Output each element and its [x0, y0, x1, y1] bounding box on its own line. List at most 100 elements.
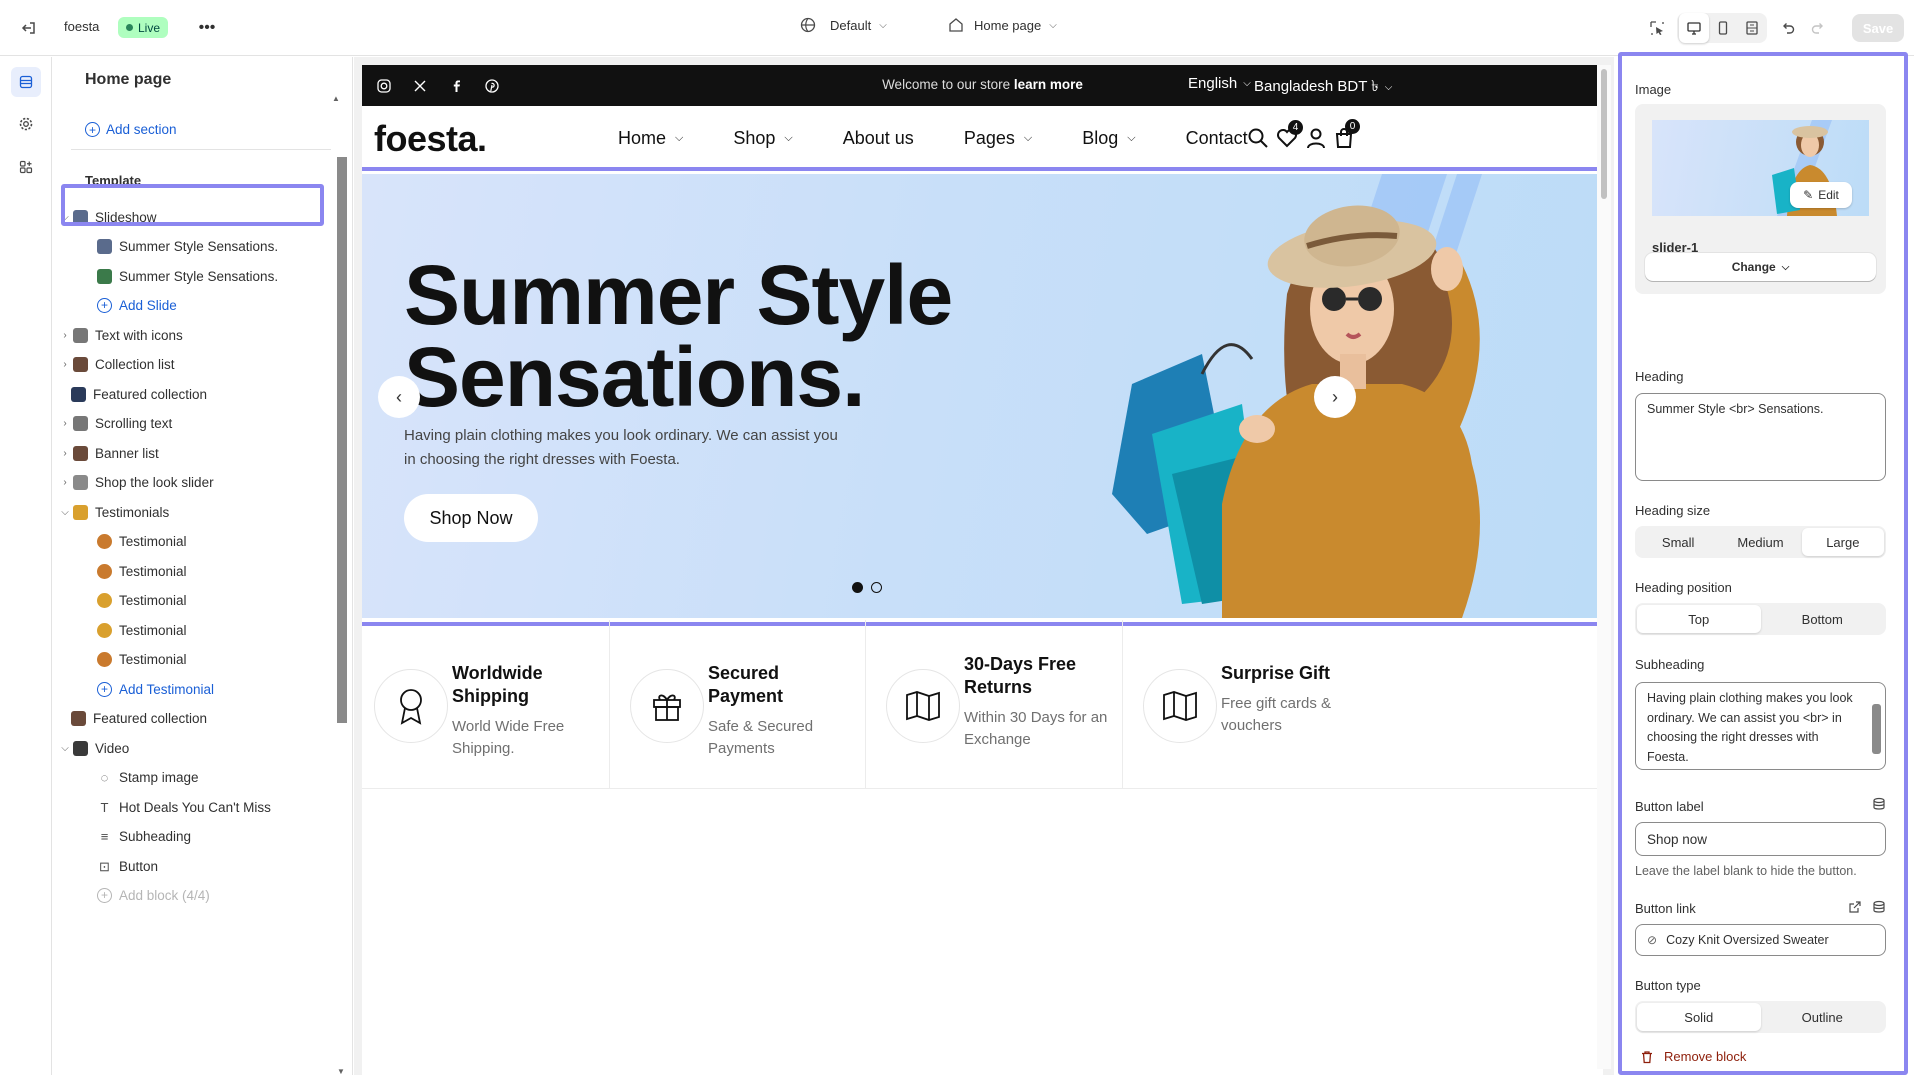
store-logo[interactable]: foesta.: [374, 118, 487, 160]
tree-item-label: Hot Deals You Can't Miss: [119, 799, 271, 815]
chevron-down-icon: ⌵: [1781, 261, 1790, 273]
tree-item-label: Testimonial: [119, 533, 187, 549]
chevron-down-icon: ⌵: [1127, 132, 1136, 144]
announcement-text: Welcome to our store learn more: [362, 77, 1603, 92]
exit-icon[interactable]: [14, 13, 44, 43]
heading-size-large[interactable]: Large: [1801, 528, 1884, 556]
button-type-label: Button type: [1635, 978, 1701, 993]
chevron-right-icon[interactable]: ›: [57, 330, 73, 341]
currency-selector[interactable]: Bangladesh BDT ৳ ⌵: [1254, 75, 1392, 100]
fullwidth-view-icon[interactable]: [1737, 13, 1767, 43]
tree-item-label: Button: [119, 858, 159, 874]
remove-block-label: Remove block: [1664, 1049, 1747, 1064]
testimonial-icon: [97, 533, 112, 549]
button-label-input[interactable]: Shop now: [1635, 822, 1886, 856]
dynamic-source-icon[interactable]: [1872, 797, 1886, 811]
button-type-outline[interactable]: Outline: [1761, 1003, 1885, 1031]
add-section-button[interactable]: + Add section: [85, 122, 177, 137]
chevron-right-icon[interactable]: ›: [57, 359, 73, 370]
feature-title: Surprise Gift: [1221, 663, 1331, 683]
heading-position-top[interactable]: Top: [1637, 605, 1761, 633]
button-link-input[interactable]: ⊘ Cozy Knit Oversized Sweater: [1635, 924, 1886, 956]
feature-card: Worldwide Shipping World Wide Free Shipp…: [362, 620, 610, 789]
mobile-view-icon[interactable]: [1708, 13, 1738, 43]
heading-size-medium[interactable]: Medium: [1719, 528, 1801, 556]
apps-icon[interactable]: [11, 152, 41, 182]
button-link-label: Button link: [1635, 901, 1696, 916]
feature-content: Secured Payment Safe & Secured Payments: [708, 662, 858, 760]
chevron-down-icon: ⌵: [1384, 82, 1393, 93]
globe-icon: [800, 17, 816, 33]
remove-block-button[interactable]: Remove block: [1640, 1049, 1746, 1064]
textarea-scrollbar[interactable]: [1872, 704, 1881, 754]
heading-size-small[interactable]: Small: [1637, 528, 1719, 556]
button-type-solid[interactable]: Solid: [1637, 1003, 1761, 1031]
nav-pages[interactable]: Pages ⌵: [964, 128, 1032, 149]
subheading-textarea[interactable]: Having plain clothing makes you look ord…: [1635, 682, 1886, 770]
live-badge-label: Live: [138, 20, 161, 35]
heading-textarea[interactable]: Summer Style <br> Sensations.: [1635, 393, 1886, 481]
preview-canvas: Welcome to our store learn more English …: [354, 57, 1614, 1075]
tree-item-label: Scrolling text: [95, 415, 173, 431]
undo-icon[interactable]: [1773, 13, 1803, 43]
tree-item-label: Stamp image: [119, 769, 199, 785]
testimonials-icon: [73, 504, 88, 520]
heading-position-bottom[interactable]: Bottom: [1761, 605, 1885, 633]
divider: [71, 149, 331, 150]
change-image-label: Change: [1731, 260, 1776, 274]
nav-shop[interactable]: Shop ⌵: [733, 128, 792, 149]
nav-contact[interactable]: Contact: [1186, 128, 1248, 149]
preview-scrollbar-track: [1597, 65, 1611, 1069]
scroll-up-arrow-icon[interactable]: ▲: [332, 94, 340, 103]
settings-gear-icon[interactable]: [11, 109, 41, 139]
chevron-down-icon[interactable]: ⌵: [57, 743, 73, 754]
tree-item-label: Testimonial: [119, 651, 187, 667]
sidebar-scrollbar[interactable]: [337, 157, 347, 723]
heading-position-segmented: Top Bottom: [1635, 603, 1886, 635]
inspector-icon[interactable]: [1642, 13, 1672, 43]
announcement-bar: Welcome to our store learn more English …: [362, 65, 1603, 106]
pencil-icon: ✎: [1803, 188, 1814, 202]
plus-circle-icon: +: [85, 122, 100, 137]
nav-about[interactable]: About us: [843, 128, 914, 149]
change-image-button[interactable]: Change ⌵: [1645, 253, 1876, 281]
account-icon[interactable]: [1306, 127, 1326, 149]
shop-the-look-icon: [73, 474, 88, 490]
chevron-right-icon[interactable]: ›: [57, 418, 73, 429]
more-actions-icon[interactable]: •••: [192, 13, 222, 43]
theme-selector[interactable]: Default ⌵: [800, 17, 887, 33]
status-dot-icon: [126, 24, 133, 31]
nav-blog-label: Blog: [1082, 128, 1119, 148]
external-link-icon[interactable]: [1848, 900, 1862, 914]
feature-card: Secured Payment Safe & Secured Payments: [610, 620, 866, 789]
preview-scrollbar-thumb[interactable]: [1601, 69, 1607, 199]
dynamic-source-icon[interactable]: [1872, 900, 1886, 914]
announcement-link[interactable]: learn more: [1014, 77, 1083, 92]
page-selector[interactable]: Home page ⌵: [948, 17, 1057, 33]
map-icon: [886, 669, 960, 743]
sidebar-title: Home page: [85, 71, 172, 88]
nav-home[interactable]: Home ⌵: [618, 128, 683, 149]
heading-position-label: Heading position: [1635, 580, 1732, 595]
heading-label: Heading: [1635, 369, 1684, 384]
edit-image-button[interactable]: ✎ Edit: [1790, 182, 1852, 208]
feature-text: Safe & Secured Payments: [708, 718, 814, 757]
tree-item-label: Summer Style Sensations.: [119, 238, 279, 254]
language-label: English: [1188, 75, 1238, 92]
chevron-down-icon[interactable]: ⌵: [57, 507, 73, 518]
chevron-right-icon[interactable]: ›: [57, 477, 73, 488]
search-icon[interactable]: [1247, 127, 1269, 149]
chevron-right-icon[interactable]: ›: [57, 448, 73, 459]
button-link-value: Cozy Knit Oversized Sweater: [1666, 933, 1829, 947]
scroll-down-arrow-icon[interactable]: ▼: [337, 1067, 345, 1075]
language-selector[interactable]: English ⌵: [1188, 75, 1251, 92]
ribbon-award-icon: [374, 669, 448, 743]
sections-icon[interactable]: [11, 67, 41, 97]
nav-pages-label: Pages: [963, 128, 1015, 148]
redo-icon[interactable]: [1803, 13, 1833, 43]
save-button[interactable]: Save: [1852, 14, 1904, 42]
hero-selection-outline: [362, 167, 1603, 626]
feature-card: 30-Days Free Returns Within 30 Days for …: [866, 620, 1123, 789]
desktop-view-icon[interactable]: [1679, 13, 1709, 43]
nav-blog[interactable]: Blog ⌵: [1082, 128, 1135, 149]
